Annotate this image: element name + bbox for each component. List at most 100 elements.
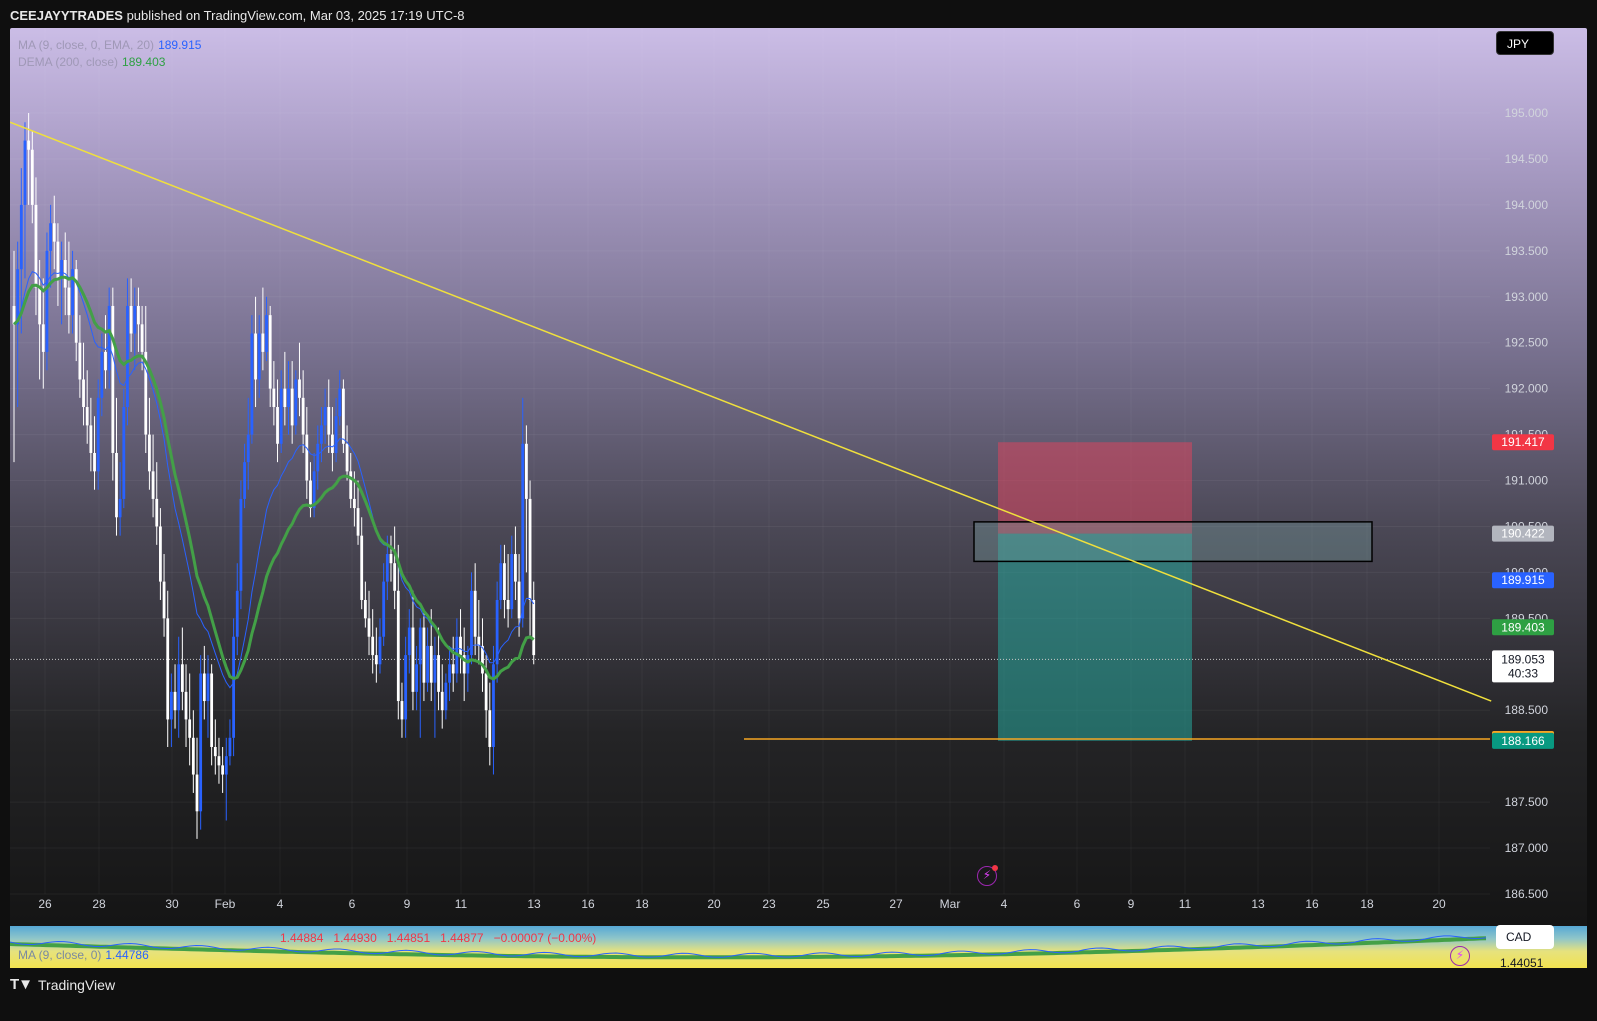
candle-body: [115, 452, 118, 518]
candle-body: [279, 388, 283, 444]
candle-body: [202, 673, 206, 702]
candle-body: [323, 407, 327, 426]
candle-body: [148, 434, 151, 472]
candle-body: [342, 388, 345, 444]
footer: T▼ TradingView: [10, 976, 115, 993]
candle-body: [276, 407, 279, 444]
author-name[interactable]: CEEJAYYTRADES: [10, 8, 123, 23]
tradingview-logo-icon[interactable]: T▼: [10, 976, 33, 993]
brand-name[interactable]: TradingView: [38, 977, 115, 993]
candle-body: [396, 590, 400, 702]
y-tick-label: 193.000: [1505, 290, 1549, 304]
candle-body: [503, 563, 506, 600]
ema-legend[interactable]: MA (9, close, 0, EMA, 20) 189.915: [18, 37, 201, 54]
cad-legend: 1.44884 1.44930 1.44851 1.44877 −0.00007 (−0…: [18, 930, 606, 964]
price-label: 188.166: [1501, 734, 1545, 748]
y-tick-label: 186.500: [1505, 887, 1549, 901]
x-tick-label: Mar: [940, 897, 961, 911]
candle-body: [261, 333, 265, 352]
candle-body: [393, 563, 397, 591]
candle-body: [45, 250, 49, 352]
y-tick-label: 192.000: [1505, 382, 1549, 396]
candle-body: [217, 756, 221, 766]
currency-jpy-button[interactable]: JPY: [1496, 31, 1554, 55]
candle-body: [169, 691, 173, 720]
y-tick-label: 191.000: [1505, 474, 1549, 488]
candle-body: [23, 140, 27, 205]
price-chart[interactable]: 26 28 30 Feb 4 6 9 11 13 16 18 20 23 25 27 Mar 4 6 9 11 13 16…: [10, 28, 1587, 934]
price-label: 189.403: [1501, 620, 1545, 634]
candle-body: [41, 324, 45, 352]
candle-body: [129, 305, 133, 334]
lightning-icon-sub[interactable]: ⚡: [1450, 946, 1470, 966]
x-tick-label: 16: [1305, 897, 1319, 911]
candle-body: [82, 379, 85, 408]
candle-body: [206, 673, 210, 702]
candle-body: [466, 655, 470, 674]
x-tick-label: 13: [527, 897, 541, 911]
x-tick-label: 11: [1179, 897, 1192, 911]
x-tick-label: 18: [1360, 897, 1374, 911]
x-tick-label: 9: [404, 897, 411, 911]
x-tick-label: 9: [1128, 897, 1135, 911]
candle-body: [532, 599, 536, 656]
candle-body: [60, 260, 63, 279]
ema-legend-value: 189.915: [158, 38, 202, 52]
candle-body: [415, 664, 418, 692]
candle-body: [191, 737, 195, 775]
x-tick-label: 25: [816, 897, 830, 911]
y-tick-label: 193.500: [1505, 244, 1549, 258]
candle-body: [382, 581, 386, 637]
candle-body: [228, 737, 232, 757]
candle-body: [418, 627, 422, 665]
candle-body: [140, 324, 144, 352]
main-chart-pane[interactable]: 26 28 30 Feb 4 6 9 11 13 16 18 20 23 25 27 Mar 4 6 9 11 13 16…: [10, 28, 1587, 934]
candle-body: [371, 636, 375, 656]
candle-body: [488, 710, 492, 747]
price-label: 190.422: [1501, 527, 1545, 541]
candle-body: [184, 691, 188, 720]
candle-body: [345, 443, 349, 472]
ema-legend-label: MA (9, close, 0, EMA, 20): [18, 38, 155, 52]
candle-body: [510, 554, 514, 610]
cad-open: 1.44884: [280, 931, 324, 945]
indicator-legend: MA (9, close, 0, EMA, 20) 189.915 DEMA (2…: [18, 37, 201, 71]
candle-body: [290, 388, 294, 426]
candle-body: [180, 664, 184, 692]
candle-body: [331, 434, 334, 453]
cad-ma-value: 1.44786: [105, 948, 149, 962]
candle-body: [213, 746, 217, 757]
last-price-label: 189.053: [1501, 652, 1545, 666]
candle-body: [356, 508, 360, 536]
candle-body: [235, 590, 239, 637]
candle-body: [19, 204, 23, 270]
alert-dot: [992, 865, 998, 871]
y-tick-label: 188.500: [1505, 703, 1549, 717]
cad-high: 1.44930: [333, 931, 377, 945]
candle-body: [257, 333, 261, 380]
x-tick-label: 28: [92, 897, 106, 911]
y-tick-label: 192.500: [1505, 336, 1549, 350]
candle-body: [268, 315, 272, 389]
dema-legend[interactable]: DEMA (200, close) 189.403: [18, 54, 201, 71]
candle-body: [334, 416, 338, 453]
lightning-icon[interactable]: ⚡: [977, 865, 998, 886]
candle-body: [52, 223, 56, 242]
candle-body: [528, 498, 532, 600]
candle-body: [444, 682, 448, 711]
x-tick-label: 20: [1432, 897, 1446, 911]
trendline: [10, 121, 1492, 702]
candle-body: [67, 287, 71, 316]
x-tick-label: 4: [277, 897, 284, 911]
candle-body: [360, 535, 364, 600]
candle-body: [287, 388, 290, 408]
candle-body: [411, 627, 415, 692]
candle-body: [363, 599, 367, 619]
x-tick-label: 26: [38, 897, 52, 911]
candle-body: [433, 655, 437, 683]
candle-body: [514, 554, 517, 582]
candle-body: [254, 333, 257, 380]
candle-body: [473, 590, 477, 637]
currency-cad-button[interactable]: CAD: [1496, 925, 1554, 949]
candle-body: [239, 498, 243, 591]
